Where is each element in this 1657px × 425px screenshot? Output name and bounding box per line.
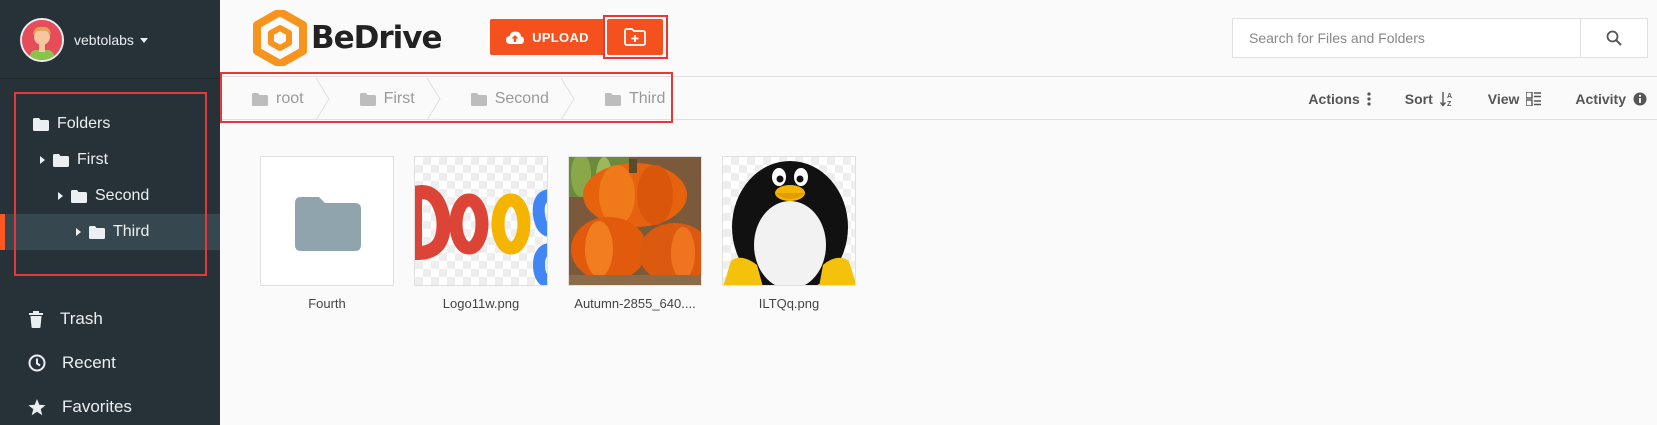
folder-icon (33, 117, 49, 131)
caret-right-icon[interactable] (40, 156, 45, 164)
file-name: ILTQq.png (758, 296, 820, 311)
sidebar: vebtolabs Folders First Second Third Tra… (0, 0, 220, 425)
toolbar: root First Second Third Actions Sort AZ … (220, 78, 1657, 120)
search-bar (1232, 18, 1648, 58)
clock-icon (28, 354, 46, 372)
breadcrumb-label: Third (628, 90, 666, 107)
breadcrumb-label: Second (494, 90, 549, 107)
sort-icon: AZ (1439, 92, 1452, 107)
caret-right-icon[interactable] (58, 192, 63, 200)
tree-item-third[interactable]: Third (0, 214, 220, 250)
new-folder-icon (624, 28, 646, 46)
sidebar-item-favorites[interactable]: Favorites (0, 385, 220, 425)
folder-tree: Folders First Second Third (0, 106, 220, 250)
image-thumbnail[interactable] (568, 156, 702, 286)
tree-item-second[interactable]: Second (0, 178, 220, 214)
file-item[interactable]: ILTQq.png (722, 156, 856, 311)
folder-thumbnail[interactable] (260, 156, 394, 286)
chevron-separator-icon (315, 78, 330, 120)
header: BeDrive UPLOAD (220, 0, 1657, 77)
username-label: vebtolabs (74, 32, 134, 48)
actions-button[interactable]: Actions (1308, 91, 1371, 107)
chevron-down-icon (139, 37, 148, 43)
breadcrumb: root First Second Third (220, 78, 687, 120)
tux-penguin-image (723, 161, 855, 285)
chevron-separator-icon (426, 78, 441, 120)
sidebar-nav: Trash Recent Favorites (0, 297, 220, 425)
bedrive-logo-icon (253, 10, 307, 66)
breadcrumb-item-third[interactable]: Third (575, 78, 687, 120)
new-folder-button[interactable] (607, 19, 663, 55)
view-button[interactable]: View (1488, 91, 1542, 107)
sidebar-item-label: Trash (60, 309, 103, 328)
more-vertical-icon (1367, 92, 1371, 106)
sort-button[interactable]: Sort AZ (1405, 91, 1454, 107)
view-label: View (1487, 91, 1520, 107)
toolbar-actions: Actions Sort AZ View Activity (1308, 78, 1657, 120)
tree-root-label: Folders (57, 115, 111, 132)
upload-button[interactable]: UPLOAD (490, 19, 605, 55)
info-icon (1633, 92, 1647, 106)
upload-label: UPLOAD (532, 29, 589, 45)
breadcrumb-label: First (383, 90, 415, 107)
tree-item-label: Third (113, 223, 150, 240)
search-button[interactable] (1580, 19, 1647, 57)
grid-view-icon (1526, 92, 1542, 106)
search-icon (1606, 30, 1622, 46)
search-input[interactable] (1233, 19, 1580, 57)
folder-icon (89, 225, 105, 239)
image-thumbnail[interactable] (414, 156, 548, 286)
sidebar-item-trash[interactable]: Trash (0, 297, 220, 341)
image-thumbnail[interactable] (722, 156, 856, 286)
folder-icon (604, 92, 621, 106)
folder-icon (295, 197, 361, 251)
cloud-upload-icon (506, 31, 525, 44)
user-menu[interactable]: vebtolabs (20, 18, 148, 62)
username[interactable]: vebtolabs (74, 32, 148, 48)
google-logo-image (415, 185, 547, 285)
avatar[interactable] (20, 18, 64, 62)
folder-icon (470, 92, 487, 106)
activity-label: Activity (1575, 91, 1626, 107)
sidebar-item-label: Favorites (62, 397, 132, 416)
tree-item-label: Second (95, 187, 150, 204)
caret-right-icon[interactable] (76, 228, 81, 236)
tree-root-folders[interactable]: Folders (0, 106, 220, 142)
pumpkins-image (569, 157, 701, 285)
logo[interactable]: BeDrive (253, 10, 443, 66)
file-item[interactable]: Logo11w.png (414, 156, 548, 311)
folder-icon (53, 153, 69, 167)
folder-icon (252, 92, 268, 106)
breadcrumb-item-first[interactable]: First (330, 78, 441, 120)
trash-icon (29, 310, 43, 328)
sort-label: Sort (1404, 91, 1433, 107)
folder-icon (359, 92, 376, 106)
file-item[interactable]: Autumn-2855_640.... (568, 156, 702, 311)
star-icon (28, 398, 46, 415)
breadcrumb-item-root[interactable]: root (220, 78, 330, 120)
logo-text: BeDrive (311, 20, 443, 56)
file-name: Autumn-2855_640.... (574, 296, 696, 311)
svg-text:Z: Z (1447, 101, 1452, 107)
actions-label: Actions (1308, 91, 1360, 107)
file-grid: Fourth Logo11w.png Autumn-2855_640.... I… (260, 156, 876, 311)
tree-item-label: First (77, 151, 109, 168)
breadcrumb-item-second[interactable]: Second (441, 78, 575, 120)
file-item[interactable]: Fourth (260, 156, 394, 311)
svg-text:A: A (1447, 93, 1452, 100)
sidebar-item-label: Recent (62, 353, 116, 372)
folder-icon (71, 189, 87, 203)
tree-item-first[interactable]: First (0, 142, 220, 178)
activity-button[interactable]: Activity (1575, 91, 1647, 107)
sidebar-divider (0, 78, 220, 79)
file-name: Logo11w.png (442, 296, 520, 311)
file-name: Fourth (308, 296, 346, 311)
sidebar-item-recent[interactable]: Recent (0, 341, 220, 385)
chevron-separator-icon (560, 78, 575, 120)
breadcrumb-label: root (276, 90, 304, 107)
